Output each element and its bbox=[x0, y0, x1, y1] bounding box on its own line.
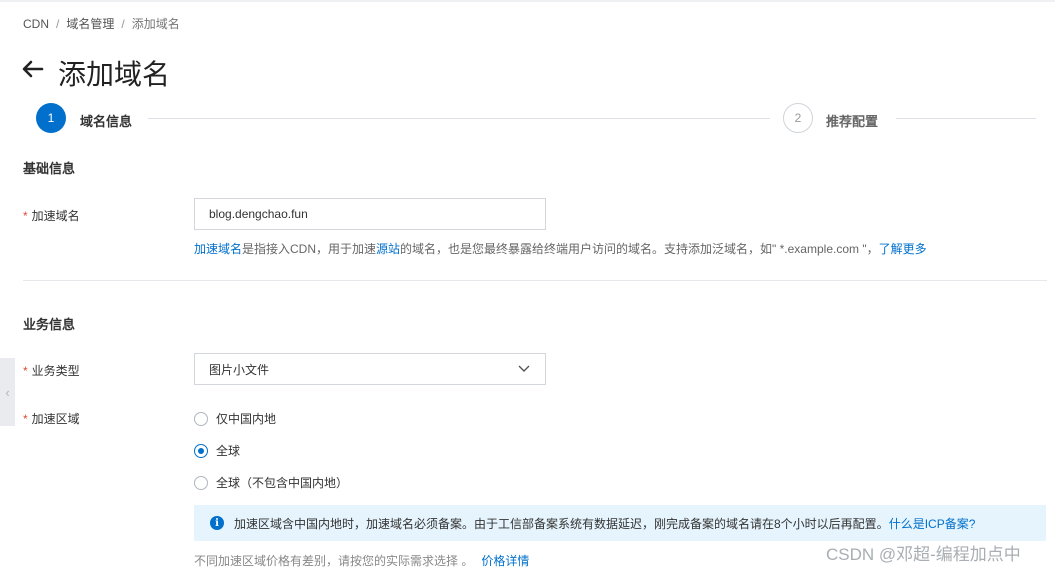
region-option-mainland[interactable]: 仅中国内地 bbox=[194, 410, 276, 427]
breadcrumb-cdn[interactable]: CDN bbox=[23, 17, 49, 31]
icp-link[interactable]: 什么是ICP备案? bbox=[889, 515, 976, 532]
section-title-business: 业务信息 bbox=[23, 317, 76, 332]
domain-help-text-1: 是指接入CDN，用于加速 bbox=[242, 242, 377, 256]
radio-button[interactable] bbox=[194, 475, 208, 490]
section-title-basic: 基础信息 bbox=[23, 161, 76, 176]
step-2-indicator: 2 bbox=[783, 103, 813, 133]
breadcrumb: CDN / 域名管理 / 添加域名 bbox=[23, 15, 180, 32]
business-type-value: 图片小文件 bbox=[209, 362, 270, 377]
chevron-down-icon bbox=[517, 361, 531, 378]
origin-help-link[interactable]: 源站 bbox=[376, 242, 400, 256]
price-details-link[interactable]: 价格详情 bbox=[481, 554, 529, 568]
domain-label: * 加速域名 bbox=[23, 207, 80, 224]
region-option-global[interactable]: 全球 bbox=[194, 442, 240, 459]
icp-notice: i 加速区域含中国内地时，加速域名必须备案。由于工信部备案系统有数据延迟，刚完成… bbox=[194, 505, 1046, 541]
domain-help-link[interactable]: 加速域名 bbox=[194, 242, 242, 256]
top-border bbox=[0, 0, 1055, 2]
business-type-label-text: 业务类型 bbox=[31, 364, 80, 378]
domain-label-text: 加速域名 bbox=[31, 209, 80, 223]
breadcrumb-separator: / bbox=[121, 17, 125, 31]
breadcrumb-current: 添加域名 bbox=[131, 17, 180, 31]
back-arrow-icon[interactable] bbox=[20, 56, 46, 82]
region-option-global-excl-mainland[interactable]: 全球（不包含中国内地） bbox=[194, 474, 348, 491]
region-label-text: 加速区域 bbox=[31, 412, 80, 426]
info-icon: i bbox=[210, 516, 224, 530]
page-title: 添加域名 bbox=[58, 59, 171, 90]
radio-button[interactable] bbox=[194, 411, 208, 426]
domain-input-value: blog.dengchao.fun bbox=[209, 207, 308, 221]
section-divider bbox=[23, 280, 1047, 281]
step-connector bbox=[896, 118, 1036, 119]
domain-input[interactable]: blog.dengchao.fun bbox=[194, 198, 546, 230]
chevron-left-icon: ‹ bbox=[5, 384, 10, 400]
step-1-label: 域名信息 bbox=[80, 114, 133, 129]
required-marker: * bbox=[23, 412, 28, 426]
breadcrumb-domain-management[interactable]: 域名管理 bbox=[66, 17, 114, 31]
step-connector bbox=[148, 118, 770, 119]
collapse-sidebar-handle[interactable]: ‹ bbox=[0, 358, 15, 426]
step-1-indicator: 1 bbox=[36, 103, 66, 133]
domain-help-text-2: 的域名，也是您最终暴露给终端用户访问的域名。支持添加泛域名，如" *.examp… bbox=[400, 242, 879, 256]
required-marker: * bbox=[23, 209, 28, 223]
region-option-label: 仅中国内地 bbox=[216, 412, 277, 426]
region-option-label: 全球 bbox=[216, 444, 241, 458]
radio-button-checked[interactable] bbox=[194, 443, 208, 458]
business-type-select[interactable]: 图片小文件 bbox=[194, 353, 546, 385]
region-label: * 加速区域 bbox=[23, 410, 80, 427]
region-option-label: 全球（不包含中国内地） bbox=[216, 476, 349, 490]
breadcrumb-separator: / bbox=[56, 17, 60, 31]
icp-notice-text: 加速区域含中国内地时，加速域名必须备案。由于工信部备案系统有数据延迟，刚完成备案… bbox=[234, 516, 889, 531]
step-2-label: 推荐配置 bbox=[826, 114, 879, 129]
required-marker: * bbox=[23, 364, 28, 378]
business-type-label: * 业务类型 bbox=[23, 362, 80, 379]
price-note: 不同加速区域价格有差别，请按您的实际需求选择 。价格详情 bbox=[194, 552, 529, 569]
watermark: CSDN @邓超-编程加点中 bbox=[826, 545, 1021, 564]
learn-more-link[interactable]: 了解更多 bbox=[879, 242, 927, 256]
price-note-text: 不同加速区域价格有差别，请按您的实际需求选择 。 bbox=[194, 554, 474, 568]
domain-help-text: 加速域名是指接入CDN，用于加速源站的域名，也是您最终暴露给终端用户访问的域名。… bbox=[194, 240, 927, 257]
